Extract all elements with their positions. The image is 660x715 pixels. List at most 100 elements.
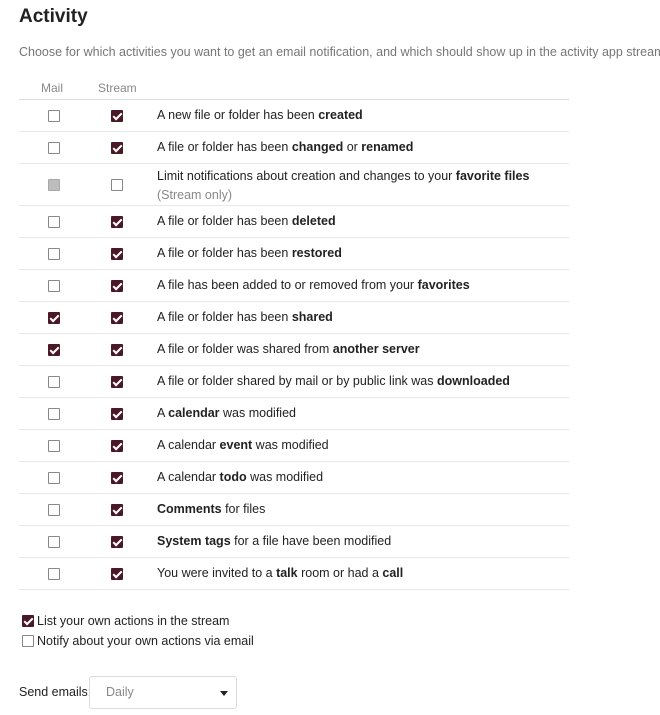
activity-label-keyword: Comments	[157, 502, 222, 516]
list-own-actions-checkbox[interactable]	[22, 615, 34, 627]
activity-label: A calendar was modified	[157, 406, 296, 420]
stream-checkbox[interactable]	[111, 280, 123, 292]
section-description: Choose for which activities you want to …	[19, 45, 660, 59]
stream-checkbox[interactable]	[111, 179, 123, 191]
mail-checkbox[interactable]	[48, 280, 60, 292]
activity-label: A file or folder has been changed or ren…	[157, 140, 413, 154]
stream-checkbox[interactable]	[111, 440, 123, 452]
activity-label-keyword: deleted	[291, 214, 336, 228]
table-body: A new file or folder has been created A f…	[19, 100, 569, 590]
activity-label-text: for a file have been modified	[230, 534, 392, 548]
activity-label-text: was modified	[246, 470, 324, 484]
activity-label-text: A file or folder shared by mail or by pu…	[157, 374, 437, 388]
activity-label-keyword: talk	[276, 566, 298, 580]
activity-label-text: A	[157, 406, 169, 420]
notification-table: Mail Stream A new file or folder has bee…	[19, 78, 569, 590]
table-row: Comments for files	[19, 494, 569, 526]
stream-checkbox[interactable]	[111, 110, 123, 122]
activity-label-text: A new file or folder has been	[157, 108, 319, 122]
activity-label: System tags for a file have been modifie…	[157, 534, 391, 548]
section-title: Activity	[19, 6, 88, 27]
table-row: A file or folder has been shared	[19, 302, 569, 334]
activity-label-text: for files	[221, 502, 266, 516]
table-row: A file or folder has been changed or ren…	[19, 132, 569, 164]
activity-label-text: room or had a	[297, 566, 383, 580]
stream-checkbox[interactable]	[111, 408, 123, 420]
notify-own-actions-label: Notify about your own actions via email	[37, 634, 254, 648]
activity-label-text: A calendar	[157, 438, 220, 452]
table-row: A calendar event was modified	[19, 430, 569, 462]
column-header-stream: Stream	[98, 81, 137, 95]
activity-label-keyword: renamed	[361, 140, 414, 154]
activity-label: A file has been added to or removed from…	[157, 278, 470, 292]
mail-checkbox[interactable]	[48, 504, 60, 516]
stream-checkbox[interactable]	[111, 312, 123, 324]
list-own-actions-label: List your own actions in the stream	[37, 614, 230, 628]
mail-checkbox[interactable]	[48, 110, 60, 122]
stream-checkbox[interactable]	[111, 536, 123, 548]
chevron-down-icon	[220, 691, 228, 696]
activity-label: You were invited to a talk room or had a…	[157, 566, 403, 580]
mail-checkbox[interactable]	[48, 142, 60, 154]
stream-checkbox[interactable]	[111, 344, 123, 356]
mail-checkbox[interactable]	[48, 216, 60, 228]
activity-label-text: A file has been added to or removed from…	[157, 278, 418, 292]
activity-label: A file or folder shared by mail or by pu…	[157, 374, 510, 388]
table-header: Mail Stream	[19, 78, 569, 100]
mail-checkbox[interactable]	[48, 568, 60, 580]
activity-label-keyword: todo	[219, 470, 247, 484]
activity-label: A file or folder has been deleted	[157, 214, 336, 228]
table-row: A calendar was modified	[19, 398, 569, 430]
stream-checkbox[interactable]	[111, 248, 123, 260]
activity-label-text: A file or folder was shared from	[157, 342, 333, 356]
stream-checkbox[interactable]	[111, 142, 123, 154]
table-row: A file or folder was shared from another…	[19, 334, 569, 366]
activity-label-keyword: favorite files	[455, 169, 530, 183]
activity-label-keyword: calendar	[168, 406, 220, 420]
table-row: A new file or folder has been created	[19, 100, 569, 132]
mail-checkbox[interactable]	[48, 344, 60, 356]
activity-label-keyword: shared	[291, 310, 333, 324]
activity-label: Comments for files	[157, 502, 265, 516]
table-row: A calendar todo was modified	[19, 462, 569, 494]
activity-label-keyword: System tags	[157, 534, 231, 548]
activity-label-text: A file or folder has been	[157, 214, 292, 228]
table-row: A file has been added to or removed from…	[19, 270, 569, 302]
stream-checkbox[interactable]	[111, 376, 123, 388]
stream-checkbox[interactable]	[111, 568, 123, 580]
activity-label: A file or folder has been shared	[157, 310, 333, 324]
list-own-actions-option[interactable]: List your own actions in the stream	[22, 614, 229, 628]
activity-label-text: was modified	[252, 438, 329, 452]
stream-checkbox[interactable]	[111, 216, 123, 228]
activity-label-text: A calendar	[157, 470, 220, 484]
mail-checkbox[interactable]	[48, 376, 60, 388]
mail-checkbox[interactable]	[48, 312, 60, 324]
table-row: System tags for a file have been modifie…	[19, 526, 569, 558]
mail-checkbox[interactable]	[48, 440, 60, 452]
table-row: Limit notifications about creation and c…	[19, 164, 569, 206]
notify-own-actions-option[interactable]: Notify about your own actions via email	[22, 634, 254, 648]
activity-label: A calendar todo was modified	[157, 470, 323, 484]
activity-label-keyword: created	[318, 108, 363, 122]
activity-label-text: A file or folder has been	[157, 140, 292, 154]
activity-label-keyword: another server	[332, 342, 420, 356]
activity-label-text: or	[343, 140, 362, 154]
activity-label-text: A file or folder has been	[157, 310, 292, 324]
stream-checkbox[interactable]	[111, 504, 123, 516]
table-row: A file or folder has been deleted	[19, 206, 569, 238]
mail-checkbox[interactable]	[48, 472, 60, 484]
mail-checkbox	[48, 179, 60, 191]
activity-label: A calendar event was modified	[157, 438, 329, 452]
activity-label: A file or folder was shared from another…	[157, 342, 420, 356]
mail-checkbox[interactable]	[48, 408, 60, 420]
activity-label: Limit notifications about creation and c…	[157, 167, 529, 205]
send-emails-select[interactable]: Daily	[89, 676, 237, 709]
activity-label-keyword: restored	[291, 246, 342, 260]
stream-checkbox[interactable]	[111, 472, 123, 484]
activity-label-text: You were invited to a	[157, 566, 277, 580]
activity-label-keyword: favorites	[417, 278, 470, 292]
mail-checkbox[interactable]	[48, 248, 60, 260]
mail-checkbox[interactable]	[48, 536, 60, 548]
activity-label-keyword: call	[382, 566, 404, 580]
notify-own-actions-checkbox[interactable]	[22, 635, 34, 647]
